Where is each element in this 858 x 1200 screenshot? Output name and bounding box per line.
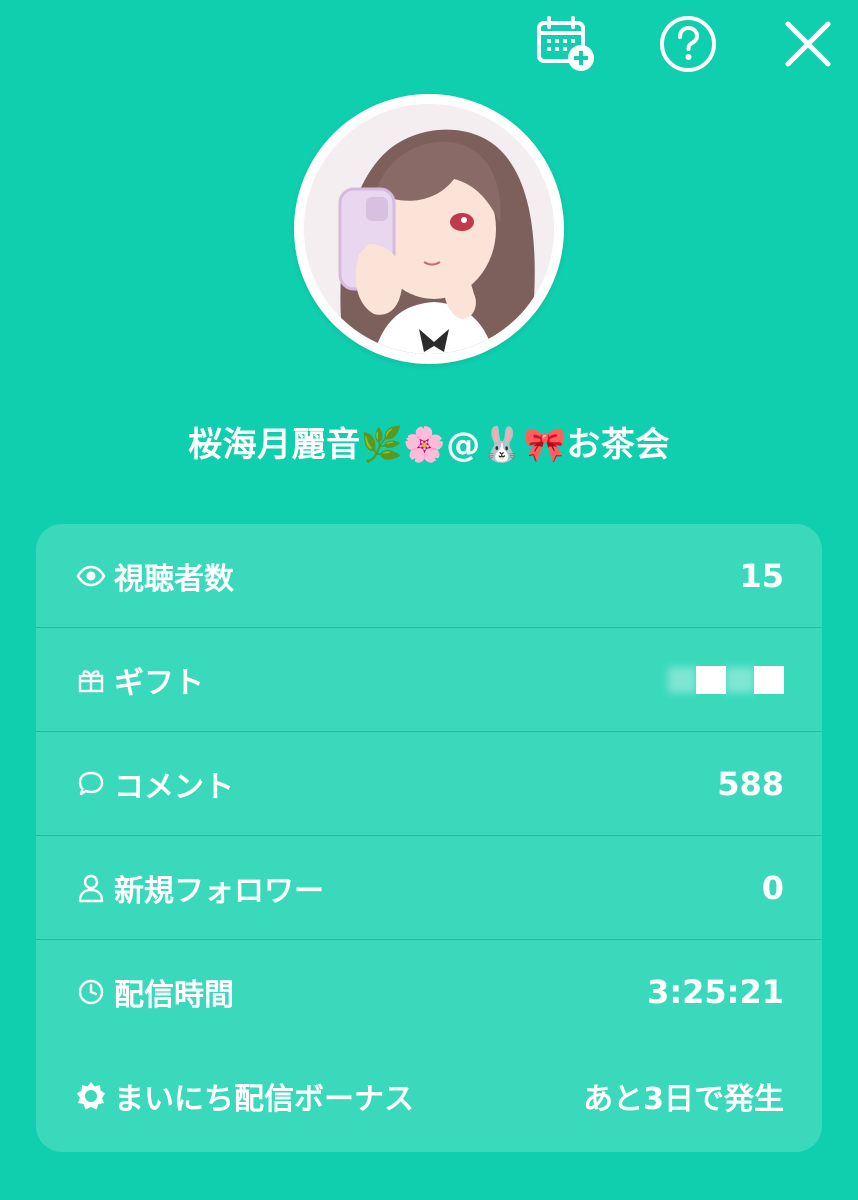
stream-time-value: 3:25:21 [647, 973, 784, 1011]
stat-row-daily-bonus: まいにち配信ボーナス あと3日で発生 [36, 1044, 822, 1148]
calendar-add-icon [537, 16, 594, 71]
stat-row-stream-time: 配信時間 3:25:21 [36, 940, 822, 1044]
anime-girl-avatar-icon [304, 104, 554, 354]
stat-label: 新規フォロワー [114, 874, 324, 909]
stat-label: ギフト [114, 666, 204, 701]
close-icon [785, 21, 831, 67]
display-name: 桜海月麗音🌿🌸@🐰🎀お茶会 [188, 425, 670, 465]
stat-row-new-followers: 新規フォロワー 0 [36, 836, 822, 940]
stat-label: 視聴者数 [114, 562, 234, 597]
stat-label: コメント [114, 770, 234, 805]
gift-icon [76, 665, 106, 695]
avatar-image [304, 104, 554, 354]
gifts-value-redacted [668, 666, 784, 694]
stat-label: まいにち配信ボーナス [114, 1082, 414, 1117]
comments-count: 588 [717, 765, 784, 803]
stat-row-viewers: 視聴者数 15 [36, 524, 822, 628]
calendar-add-button[interactable] [534, 12, 598, 76]
daily-bonus-status: あと3日で発生 [583, 1082, 784, 1117]
help-circle-icon [660, 16, 716, 72]
help-button[interactable] [656, 12, 720, 76]
avatar[interactable] [294, 94, 564, 364]
top-bar [0, 0, 858, 90]
clock-icon [76, 977, 106, 1007]
stat-label: 配信時間 [114, 978, 234, 1013]
new-followers-count: 0 [761, 869, 784, 907]
eye-icon [76, 561, 106, 591]
stat-row-comments: コメント 588 [36, 732, 822, 836]
close-button[interactable] [776, 12, 840, 76]
stat-row-gifts: ギフト [36, 628, 822, 732]
stats-card: 視聴者数 15 ギフト コメント 588 新規フォロワー 0 配信時間 3:25… [36, 524, 822, 1152]
viewers-count: 15 [739, 557, 784, 595]
person-icon [76, 873, 106, 903]
sun-badge-icon [76, 1081, 106, 1111]
comment-icon [76, 769, 106, 799]
